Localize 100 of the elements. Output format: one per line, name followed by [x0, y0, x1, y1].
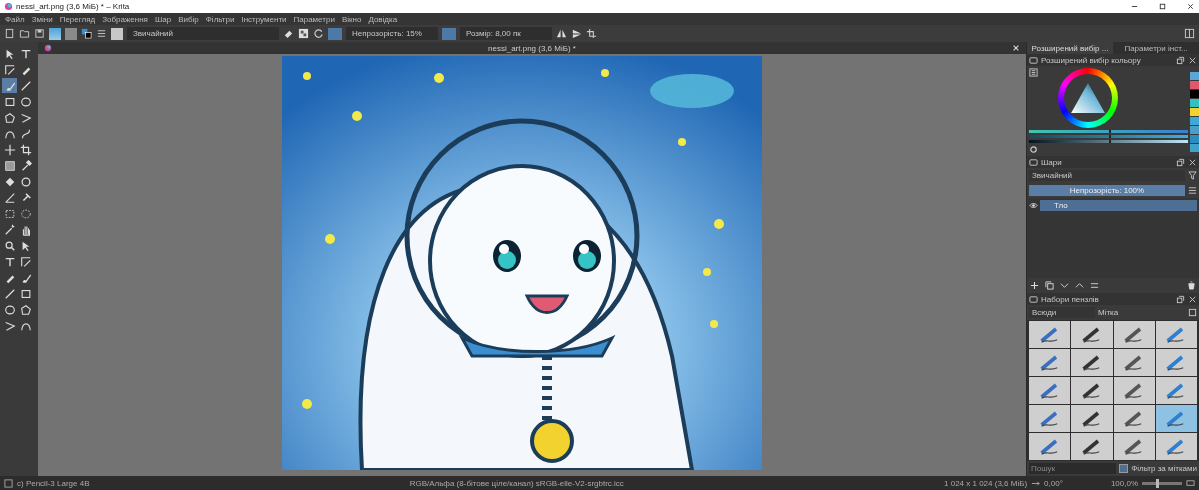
brush-preset[interactable]: [1071, 349, 1113, 376]
float-icon[interactable]: [1176, 294, 1185, 304]
color-slider[interactable]: [1029, 140, 1188, 143]
document-title[interactable]: nessi_art.png (3,6 МіБ) *: [488, 43, 576, 53]
tool-button[interactable]: [18, 142, 33, 157]
float-icon[interactable]: [1176, 157, 1185, 167]
float-icon[interactable]: [1176, 55, 1185, 65]
filter-icon[interactable]: [1188, 171, 1197, 180]
color-chip[interactable]: [442, 27, 456, 40]
menu-item[interactable]: Параметри: [293, 14, 335, 24]
menu-item[interactable]: Шар: [154, 14, 172, 24]
opacity-field[interactable]: Непрозорість: 15%: [346, 27, 438, 40]
zoom-slider[interactable]: [1142, 481, 1182, 485]
brush-preset[interactable]: [1113, 349, 1155, 376]
color-swatch[interactable]: [1190, 99, 1199, 107]
new-document-icon[interactable]: [4, 28, 15, 39]
menu-item[interactable]: Файл: [5, 14, 25, 24]
color-slider[interactable]: [1029, 135, 1188, 138]
menu-item[interactable]: Перегляд: [59, 14, 96, 24]
brush-preset[interactable]: [1029, 377, 1071, 404]
tag-button[interactable]: Мітка: [1098, 308, 1185, 317]
chevron-down-icon[interactable]: [1060, 281, 1069, 290]
color-swatch[interactable]: [1190, 135, 1199, 143]
tool-button[interactable]: [2, 62, 17, 77]
brush-preset[interactable]: [1113, 405, 1155, 432]
color-swatch[interactable]: [1190, 126, 1199, 134]
saturation-triangle[interactable]: [1070, 82, 1106, 114]
layer-item[interactable]: Тло: [1040, 199, 1197, 211]
color-swatch[interactable]: [1190, 117, 1199, 125]
tool-button[interactable]: [2, 110, 17, 125]
color-swatch[interactable]: [1190, 81, 1199, 89]
brush-preset[interactable]: [1113, 321, 1155, 348]
save-icon[interactable]: [34, 28, 45, 39]
brush-preset[interactable]: [1113, 433, 1155, 460]
tool-button[interactable]: [2, 142, 17, 157]
brush-preset[interactable]: [1155, 433, 1197, 460]
add-icon[interactable]: [1030, 281, 1039, 290]
trash-icon[interactable]: [1187, 281, 1196, 290]
tool-button[interactable]: [2, 158, 17, 173]
color-swatch[interactable]: [1190, 90, 1199, 98]
wrap-around-icon[interactable]: [586, 28, 597, 39]
brush-preset[interactable]: [1113, 377, 1155, 404]
brush-preset-thumbnail[interactable]: [111, 27, 123, 40]
menu-item[interactable]: Вікно: [341, 14, 362, 24]
dock-tab[interactable]: Параметри інст...: [1113, 42, 1199, 54]
brush-preset[interactable]: [1071, 321, 1113, 348]
mirror-vertical-icon[interactable]: [571, 28, 582, 39]
eye-icon[interactable]: [1029, 200, 1038, 210]
slider-handle[interactable]: [1108, 140, 1111, 143]
duplicate-icon[interactable]: [1045, 281, 1054, 290]
menu-item[interactable]: Фільтри: [205, 14, 235, 24]
checker-icon[interactable]: [298, 28, 309, 39]
brush-preset[interactable]: [1029, 405, 1071, 432]
view-icon[interactable]: [1188, 308, 1197, 317]
brush-preset[interactable]: [1071, 433, 1113, 460]
slider-handle[interactable]: [1108, 135, 1111, 138]
tool-button[interactable]: [18, 302, 33, 317]
brush-preset[interactable]: [1155, 321, 1197, 348]
filter-by-tag-checkbox[interactable]: [1119, 464, 1129, 473]
color-chip[interactable]: [328, 27, 342, 40]
gradient-swatch[interactable]: [49, 27, 61, 40]
filter-dropdown[interactable]: Всюди: [1029, 307, 1095, 318]
reload-icon[interactable]: [313, 28, 324, 39]
menu-item[interactable]: Довідка: [368, 14, 398, 24]
folder-icon[interactable]: [19, 28, 30, 39]
blend-mode-dropdown[interactable]: Звичайний: [1029, 170, 1185, 181]
chevron-up-icon[interactable]: [1075, 281, 1084, 290]
brush-preset[interactable]: [1029, 433, 1071, 460]
brush-settings-icon[interactable]: [96, 28, 107, 39]
brush-preset[interactable]: [1071, 377, 1113, 404]
brush-preset[interactable]: [1155, 349, 1197, 376]
eraser-icon[interactable]: [283, 28, 294, 39]
workspace-icon[interactable]: [1184, 28, 1195, 39]
color-swatch[interactable]: [1190, 144, 1199, 152]
pattern-swatch[interactable]: [65, 27, 77, 40]
size-field[interactable]: Розмір: 8,00 пк: [460, 27, 552, 40]
foreground-background-colors-icon[interactable]: [81, 28, 92, 39]
settings-icon[interactable]: [1029, 68, 1038, 77]
color-swatch[interactable]: [1190, 72, 1199, 80]
blend-mode-dropdown[interactable]: Звичайний: [127, 27, 279, 40]
hue-ring[interactable]: [1058, 68, 1118, 128]
brush-preset[interactable]: [1029, 349, 1071, 376]
color-swatch[interactable]: [1190, 108, 1199, 116]
mirror-horizontal-icon[interactable]: [556, 28, 567, 39]
menu-item[interactable]: Інструменти: [241, 14, 287, 24]
close-icon[interactable]: [1186, 2, 1195, 11]
menu-item[interactable]: Зображення: [102, 14, 148, 24]
brush-preset[interactable]: [1155, 377, 1197, 404]
settings-icon[interactable]: [1029, 145, 1038, 154]
opacity-slider[interactable]: Непрозорість: 100%: [1029, 185, 1185, 196]
rotate-icon[interactable]: [1031, 478, 1041, 488]
tool-button[interactable]: [18, 254, 33, 269]
color-slider[interactable]: [1029, 130, 1188, 133]
brush-preset[interactable]: [1029, 321, 1071, 348]
slider-handle[interactable]: [1156, 478, 1159, 488]
display-icon[interactable]: [1186, 478, 1195, 488]
properties-icon[interactable]: [1090, 281, 1099, 290]
menu-item[interactable]: Зміни: [31, 14, 53, 24]
brush-preset[interactable]: [1071, 405, 1113, 432]
brush-preset[interactable]: [1155, 405, 1197, 432]
